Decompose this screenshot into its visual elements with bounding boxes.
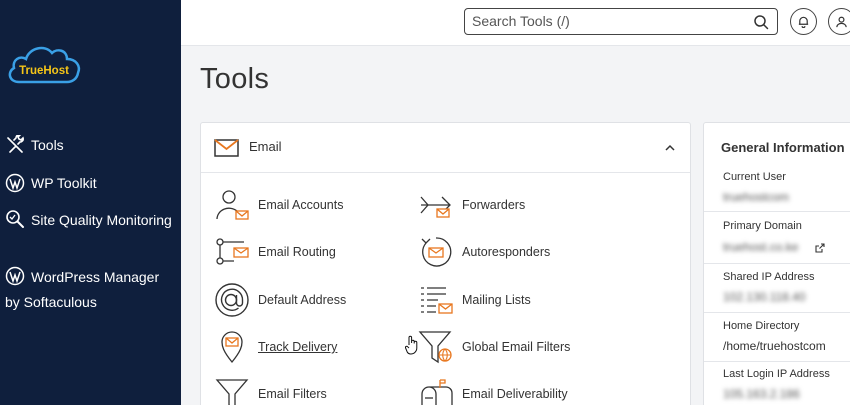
tool-track-delivery[interactable]: Track Delivery <box>214 329 337 365</box>
global-filter-icon <box>418 329 454 365</box>
divider <box>704 211 850 212</box>
sidebar-item-site-quality[interactable]: Site Quality Monitoring <box>5 208 175 233</box>
wordpress-icon <box>5 173 25 193</box>
primary-domain-value[interactable]: truehost.co.ke <box>723 240 798 254</box>
mailing-lists-icon <box>418 282 454 318</box>
sidebar-item-label: WP Toolkit <box>31 175 97 191</box>
divider <box>704 263 850 264</box>
tool-label: Email Filters <box>258 387 327 401</box>
truehost-logo[interactable]: TrueHost <box>5 38 85 88</box>
tool-label: Email Routing <box>258 245 336 259</box>
page-title: Tools <box>200 63 270 95</box>
track-delivery-icon <box>214 329 250 365</box>
general-information-panel: General Information Current User truehos… <box>703 122 850 405</box>
search-box <box>464 8 778 35</box>
primary-domain-label: Primary Domain <box>723 220 802 232</box>
tool-label: Global Email Filters <box>462 340 571 354</box>
last-login-ip-value: 105.163.2.186 <box>723 387 800 401</box>
bell-icon <box>798 16 809 28</box>
logo-text: TrueHost <box>19 65 69 77</box>
user-icon <box>836 16 847 28</box>
at-sign-icon <box>214 282 250 318</box>
search-quality-icon <box>5 209 25 229</box>
forwarders-icon <box>418 187 454 223</box>
tool-label: Autoresponders <box>462 245 551 259</box>
search-icon[interactable] <box>753 14 769 30</box>
user-menu-button[interactable] <box>828 8 850 35</box>
email-routing-icon <box>214 234 250 270</box>
email-section-title: Email <box>249 139 282 154</box>
tool-email-accounts[interactable]: Email Accounts <box>214 187 343 223</box>
current-user-value: truehostcom <box>723 190 790 204</box>
tool-autoresponders[interactable]: Autoresponders <box>418 234 550 270</box>
email-section: Email Email Accounts Forwarders Email Ro… <box>200 122 691 405</box>
tool-mailing-lists[interactable]: Mailing Lists <box>418 282 531 318</box>
top-bar <box>181 0 850 46</box>
tool-label: Default Address <box>258 293 347 307</box>
sidebar-item-label: WordPress Manager by Softaculous <box>5 269 160 310</box>
notifications-button[interactable] <box>790 8 817 35</box>
sidebar-item-label: Site Quality Monitoring <box>31 212 172 228</box>
tool-label: Mailing Lists <box>462 293 531 307</box>
tool-email-deliverability[interactable]: Email Deliverability <box>418 376 568 405</box>
divider <box>704 312 850 313</box>
tool-label: Track Delivery <box>258 340 338 354</box>
search-input[interactable] <box>472 13 742 29</box>
shared-ip-value: 102.130.118.40 <box>723 290 806 304</box>
home-directory-value: /home/truehostcom <box>723 339 826 353</box>
last-login-ip-label: Last Login IP Address <box>723 368 830 380</box>
mailbox-icon <box>418 376 454 405</box>
sidebar-item-label: Tools <box>31 137 64 153</box>
sidebar-item-wp-toolkit[interactable]: WP Toolkit <box>5 171 181 196</box>
hand-cursor-icon <box>405 335 418 355</box>
shared-ip-label: Shared IP Address <box>723 271 815 283</box>
tool-label: Email Accounts <box>258 198 344 212</box>
wordpress-icon <box>5 266 25 286</box>
tool-default-address[interactable]: Default Address <box>214 282 346 318</box>
email-accounts-icon <box>214 187 250 223</box>
tool-email-filters[interactable]: Email Filters <box>214 376 327 405</box>
tool-forwarders[interactable]: Forwarders <box>418 187 525 223</box>
filter-icon <box>214 376 250 405</box>
sidebar: TrueHost Tools WP Toolkit Site Quality M… <box>0 0 181 405</box>
divider <box>704 361 850 362</box>
sidebar-item-tools[interactable]: Tools <box>5 133 181 158</box>
general-info-title: General Information <box>721 140 845 155</box>
current-user-label: Current User <box>723 171 786 183</box>
external-link-icon[interactable] <box>815 243 825 253</box>
envelope-icon <box>214 139 239 157</box>
home-directory-label: Home Directory <box>723 320 800 332</box>
autoresponders-icon <box>418 234 454 270</box>
sidebar-item-wordpress-manager[interactable]: WordPress Manager by Softaculous <box>5 265 175 315</box>
email-section-header[interactable]: Email <box>201 123 690 173</box>
home-directory-text: /home/truehostcom <box>723 339 826 353</box>
tool-label: Email Deliverability <box>462 387 568 401</box>
tool-email-routing[interactable]: Email Routing <box>214 234 336 270</box>
tool-label: Forwarders <box>462 198 526 212</box>
tools-icon <box>5 134 25 155</box>
tool-global-email-filters[interactable]: Global Email Filters <box>418 329 570 365</box>
chevron-up-icon[interactable] <box>664 143 676 153</box>
